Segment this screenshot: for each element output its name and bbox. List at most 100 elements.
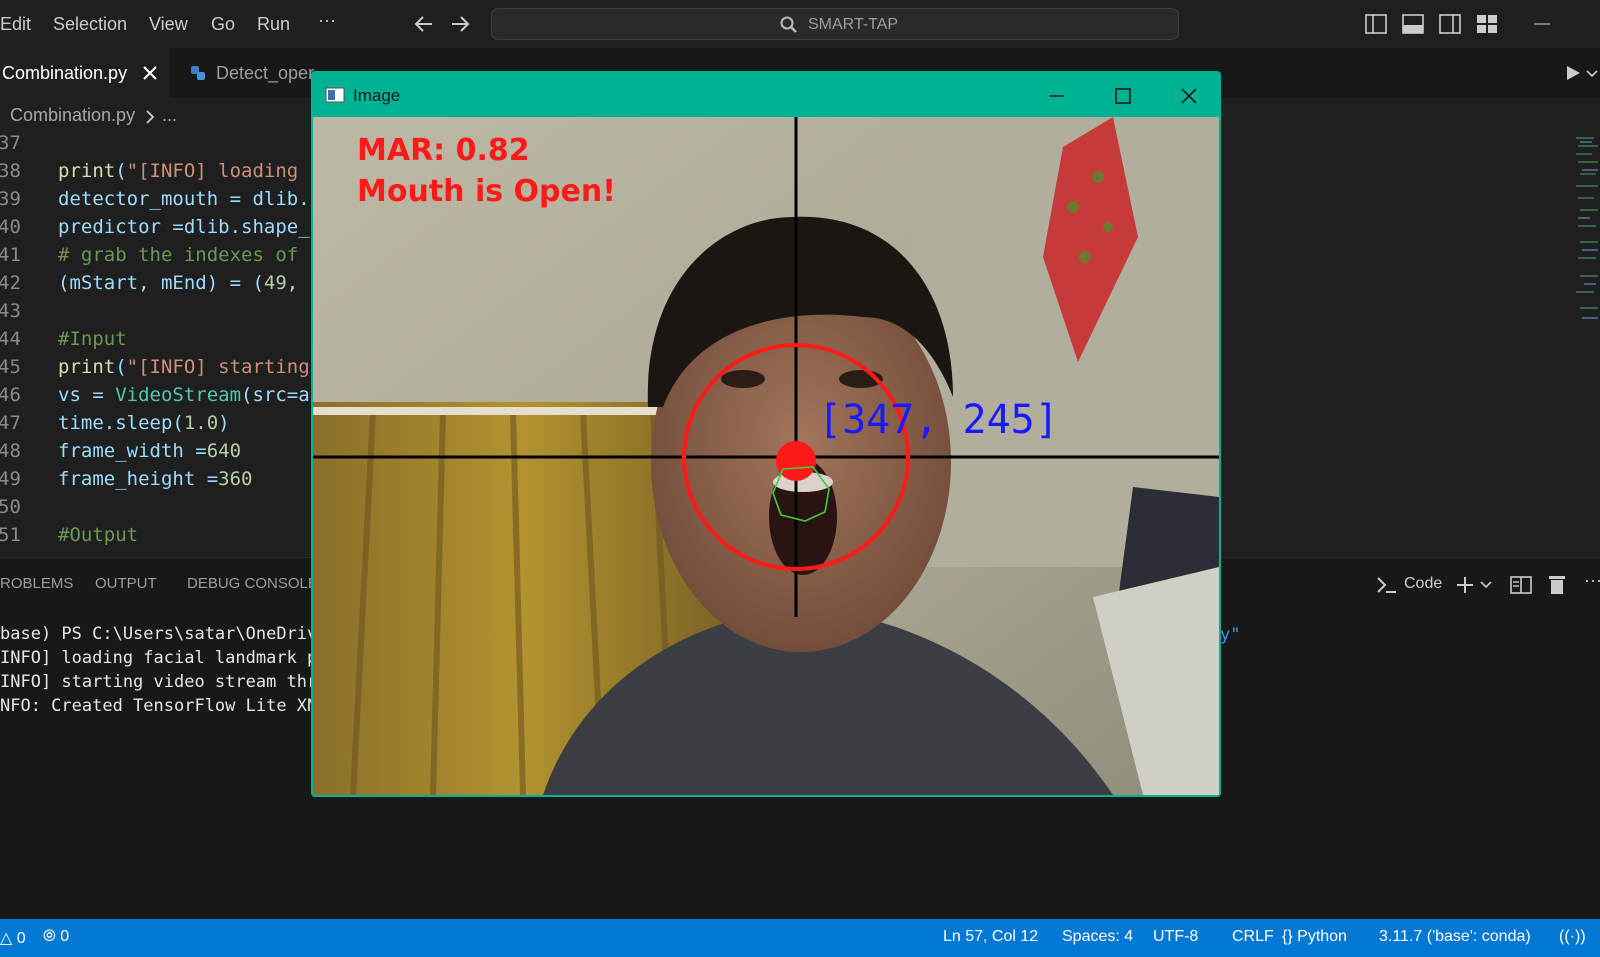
- line-number: 45: [0, 356, 21, 378]
- code-line: frame_height =360: [58, 468, 253, 490]
- code-line: vs = VideoStream(src=a: [58, 384, 310, 406]
- breadcrumb-symbol[interactable]: ...: [162, 105, 177, 126]
- minimize-icon[interactable]: [1532, 14, 1552, 34]
- toggle-secondary-sidebar-icon[interactable]: [1439, 13, 1461, 35]
- forward-arrow-icon[interactable]: [448, 12, 472, 36]
- tab-debug-console[interactable]: DEBUG CONSOLE: [187, 575, 318, 592]
- terminal-name[interactable]: Code: [1404, 575, 1442, 593]
- broadcast-icon: ⦾: [43, 928, 56, 945]
- tab-label: Detect_oper: [216, 63, 315, 83]
- code-line: frame_width =640: [58, 440, 242, 462]
- line-number: 39: [0, 188, 21, 210]
- maximize-icon[interactable]: [1114, 87, 1132, 105]
- minimap-preview: [1576, 137, 1598, 319]
- tab-output[interactable]: OUTPUT: [95, 575, 157, 592]
- terminal-line: INFO] starting video stream thr: [0, 672, 318, 692]
- status-bar: △ 0 ⦾ 0 Ln 57, Col 12 Spaces: 4 UTF-8 CR…: [0, 919, 1600, 957]
- title-bar: Edit Selection View Go Run ··· SMART-TAP: [0, 0, 1600, 48]
- window-app-icon: [325, 87, 345, 103]
- menu-selection[interactable]: Selection: [53, 14, 127, 35]
- minimap[interactable]: [1574, 132, 1600, 332]
- line-number: 46: [0, 384, 21, 406]
- ports-status[interactable]: ⦾ 0: [43, 928, 69, 946]
- line-number: 49: [0, 468, 21, 490]
- code-line: # grab the indexes of: [58, 244, 299, 266]
- webcam-frame: MAR: 0.82 Mouth is Open! [347, 245]: [313, 117, 1219, 795]
- code-line: #Input: [58, 328, 127, 350]
- cursor-position[interactable]: Ln 57, Col 12: [943, 928, 1038, 946]
- end-of-line[interactable]: CRLF: [1232, 928, 1274, 946]
- close-icon[interactable]: [1180, 87, 1198, 105]
- port-count: 0: [60, 928, 70, 945]
- minimize-icon[interactable]: [1048, 87, 1066, 105]
- error-count: 0: [16, 930, 26, 947]
- menu-edit[interactable]: Edit: [0, 14, 31, 35]
- terminal-string-fragment: y": [1220, 625, 1241, 645]
- mar-readout: MAR: 0.82: [357, 133, 530, 168]
- image-window[interactable]: Image MAR: 0.82 Mouth is Open! [347, 245…: [311, 71, 1221, 797]
- line-number: 41: [0, 244, 21, 266]
- search-text: SMART-TAP: [808, 16, 899, 33]
- tab-combination[interactable]: Combination.py: [0, 48, 170, 98]
- menu-run[interactable]: Run: [257, 14, 290, 35]
- run-icon[interactable]: [1564, 64, 1582, 82]
- toggle-panel-icon[interactable]: [1402, 13, 1424, 35]
- menu-view[interactable]: View: [149, 14, 188, 35]
- tab-label: Combination.py: [2, 63, 128, 83]
- line-number: 44: [0, 328, 21, 350]
- close-icon[interactable]: [142, 65, 158, 81]
- code-line: time.sleep(1.0): [58, 412, 230, 434]
- back-arrow-icon[interactable]: [412, 12, 436, 36]
- indentation[interactable]: Spaces: 4: [1062, 928, 1133, 946]
- add-terminal-icon[interactable]: [1455, 575, 1475, 595]
- line-number: 43: [0, 300, 21, 322]
- chevron-down-icon[interactable]: [1586, 68, 1598, 80]
- terminal-line: base) PS C:\Users\satar\OneDriv: [0, 624, 318, 644]
- line-number: 38: [0, 160, 21, 182]
- line-number: 47: [0, 412, 21, 434]
- line-number: 40: [0, 216, 21, 238]
- image-window-titlebar[interactable]: Image: [313, 73, 1219, 117]
- breadcrumb-file[interactable]: Combination.py: [10, 105, 135, 126]
- warning-icon: △: [0, 930, 13, 947]
- code-line: (mStart, mEnd) = (49,: [58, 272, 299, 294]
- command-center-search[interactable]: SMART-TAP: [491, 8, 1179, 40]
- mouth-status-text: Mouth is Open!: [357, 174, 616, 209]
- mouth-center-dot: [776, 441, 816, 481]
- braces-icon: {}: [1282, 928, 1293, 945]
- menu-go[interactable]: Go: [211, 14, 235, 35]
- terminal-line: INFO] loading facial landmark p: [0, 648, 318, 668]
- line-number: 51: [0, 524, 21, 546]
- chevron-down-icon[interactable]: [1480, 579, 1492, 591]
- broadcast-icon: ((·)): [1559, 928, 1586, 945]
- code-line: print("[INFO] starting: [58, 356, 310, 378]
- file-encoding[interactable]: UTF-8: [1153, 928, 1198, 946]
- python-file-icon: [191, 66, 205, 80]
- line-number: 37: [0, 132, 21, 154]
- split-terminal-icon[interactable]: [1510, 575, 1532, 595]
- line-number: 50: [0, 496, 21, 518]
- image-window-title: Image: [353, 86, 401, 105]
- customize-layout-icon[interactable]: [1476, 13, 1498, 35]
- line-number: 48: [0, 440, 21, 462]
- python-interpreter[interactable]: 3.11.7 ('base': conda): [1379, 928, 1531, 946]
- more-actions-icon[interactable]: ···: [1584, 570, 1600, 591]
- chevron-right-icon: [146, 110, 155, 124]
- code-line: predictor =dlib.shape_: [58, 216, 310, 238]
- search-icon: [780, 16, 797, 33]
- terminal-line: NFO: Created TensorFlow Lite XN: [0, 696, 318, 716]
- menu-more[interactable]: ···: [318, 10, 336, 31]
- trash-icon[interactable]: [1548, 574, 1566, 596]
- language-label: Python: [1297, 928, 1347, 945]
- problems-status[interactable]: △ 0: [0, 928, 26, 948]
- code-line: print("[INFO] loading: [58, 160, 299, 182]
- line-number: 42: [0, 272, 21, 294]
- go-live[interactable]: ((·)): [1559, 928, 1586, 946]
- language-mode[interactable]: {} Python: [1282, 928, 1347, 946]
- code-line: #Output: [58, 524, 139, 546]
- toggle-primary-sidebar-icon[interactable]: [1365, 13, 1387, 35]
- tab-problems[interactable]: ROBLEMS: [0, 575, 73, 592]
- code-line: detector_mouth = dlib.: [58, 188, 310, 210]
- coordinates-readout: [347, 245]: [818, 397, 1059, 443]
- webcam-image: [313, 117, 1219, 795]
